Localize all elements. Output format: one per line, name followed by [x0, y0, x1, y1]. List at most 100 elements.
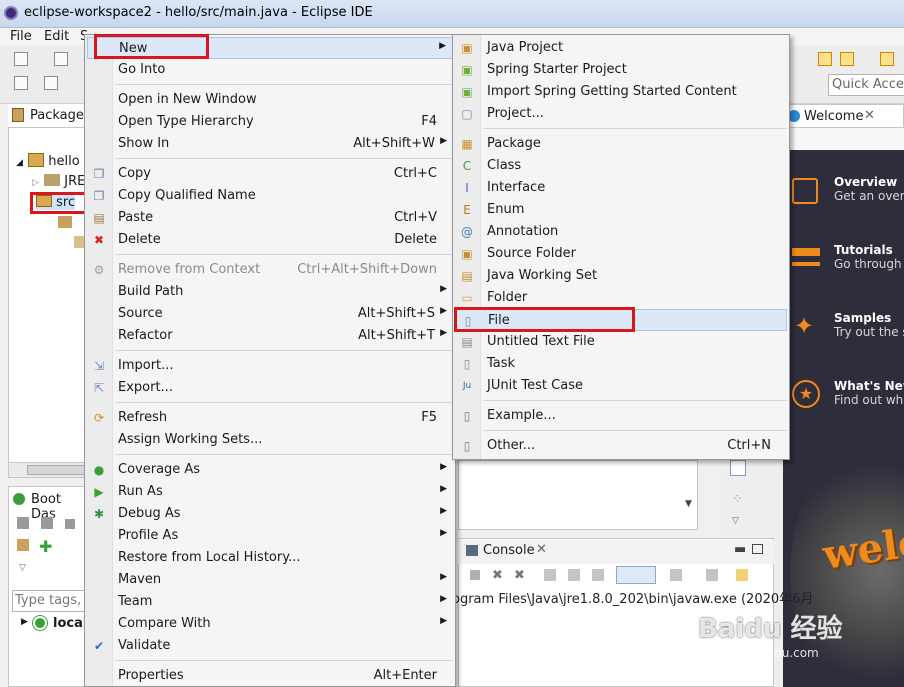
new-item-class[interactable]: C Class [455, 155, 787, 177]
new-item-spring-starter-project[interactable]: ▣ Spring Starter Project [455, 59, 787, 81]
close-icon[interactable]: ✕ [536, 542, 547, 557]
samples-title[interactable]: Samples [834, 311, 891, 325]
new-console-icon[interactable] [706, 569, 718, 581]
menu-item-compare-with[interactable]: Compare With ▶ [87, 613, 453, 635]
add-icon[interactable]: ✚ [39, 537, 52, 556]
new-item-folder[interactable]: ▭ Folder [455, 287, 787, 309]
menu-item-export[interactable]: ⇱ Export... [87, 377, 453, 399]
tutorials-title[interactable]: Tutorials [834, 243, 893, 257]
tree-node-hello[interactable]: ◢ hello [16, 153, 80, 169]
menu-item-assign-working-sets[interactable]: Assign Working Sets... [87, 429, 453, 451]
stop-icon[interactable] [65, 519, 75, 529]
close-icon[interactable]: ✕ [864, 108, 875, 123]
console-tab-label[interactable]: Console [483, 543, 535, 558]
new-item-other[interactable]: ▯ Other... Ctrl+N [455, 435, 787, 457]
forward-icon[interactable] [840, 52, 854, 66]
menu-item-debug-as[interactable]: ✱ Debug As ▶ [87, 503, 453, 525]
menu-item-refresh[interactable]: ⟳ Refresh F5 [87, 407, 453, 429]
menu-item-open-type-hierarchy[interactable]: Open Type Hierarchy F4 [87, 111, 453, 133]
toolbar-icon[interactable] [44, 76, 58, 90]
editor-area[interactable]: ▼ [458, 460, 698, 530]
expand-arrow-icon[interactable]: ◢ [16, 158, 24, 168]
menu-item-import[interactable]: ⇲ Import... [87, 355, 453, 377]
maximize-icon[interactable] [752, 544, 763, 554]
start-icon[interactable] [17, 517, 29, 529]
welcome-tab[interactable]: Welcome ✕ [783, 104, 904, 128]
menu-file[interactable]: File [10, 29, 32, 44]
expand-arrow-icon[interactable]: ▶ [21, 617, 28, 627]
new-item-junit-test-case[interactable]: Ju JUnit Test Case [455, 375, 787, 397]
tree-node-jre[interactable]: ▷ JRE [32, 174, 85, 189]
whats-new-title[interactable]: What's New [834, 379, 904, 393]
menu-item-run-as[interactable]: ▶ Run As ▶ [87, 481, 453, 503]
delete-icon: ✖ [93, 233, 105, 247]
type-tags-input[interactable]: Type tags, p [12, 590, 86, 612]
menu-item-maven[interactable]: Maven ▶ [87, 569, 453, 591]
collapse-arrow-icon[interactable]: ▷ [32, 178, 40, 188]
new-item-package[interactable]: ▦ Package [455, 133, 787, 155]
new-item-java-project[interactable]: ▣ Java Project [455, 37, 787, 59]
menu-item-build-path[interactable]: Build Path ▶ [87, 281, 453, 303]
minimize-icon[interactable]: ▬ [734, 542, 746, 557]
remove-all-icon[interactable]: ✖ [514, 568, 525, 583]
nav-icon[interactable] [880, 52, 894, 66]
display-console-icon[interactable] [670, 569, 682, 581]
new-item-example[interactable]: ▯ Example... [455, 405, 787, 427]
overview-icon[interactable] [792, 178, 818, 204]
chevron-down-icon[interactable]: ▽ [19, 563, 26, 573]
scroll-down-icon[interactable]: ▼ [685, 499, 692, 509]
menu-item-validate[interactable]: ✔ Validate [87, 635, 453, 657]
word-wrap-icon[interactable] [592, 569, 604, 581]
menu-item-open-in-new-window[interactable]: Open in New Window [87, 89, 453, 111]
clear-console-icon[interactable] [544, 569, 556, 581]
outline-icon[interactable] [730, 460, 746, 476]
new-item-java-working-set[interactable]: ▤ Java Working Set [455, 265, 787, 287]
menu-item-delete[interactable]: ✖ Delete Delete [87, 229, 453, 251]
overview-title[interactable]: Overview [834, 175, 897, 189]
menu-item-copy[interactable]: ❐ Copy Ctrl+C [87, 163, 453, 185]
new-item-interface[interactable]: I Interface [455, 177, 787, 199]
restart-icon[interactable] [41, 517, 53, 529]
boot-dashboard-tab-label[interactable]: Boot Das [31, 492, 87, 522]
toolbar-icon[interactable] [17, 539, 29, 551]
new-item-import-spring-getting-started-content[interactable]: ▣ Import Spring Getting Started Content [455, 81, 787, 103]
whats-new-star-icon[interactable]: ★ [792, 380, 820, 408]
new-wizard-icon[interactable] [14, 52, 28, 66]
menu-item-restore-from-local-history[interactable]: Restore from Local History... [87, 547, 453, 569]
scroll-thumb[interactable] [27, 465, 87, 475]
new-item-untitled-text-file[interactable]: ▤ Untitled Text File [455, 331, 787, 353]
menu-item-label: Refactor [118, 328, 173, 343]
chevron-down-icon[interactable]: ▽ [732, 516, 739, 526]
menu-item-source[interactable]: Source Alt+Shift+S ▶ [87, 303, 453, 325]
new-item-source-folder[interactable]: ▣ Source Folder [455, 243, 787, 265]
menu-item-copy-qualified-name[interactable]: ❐ Copy Qualified Name [87, 185, 453, 207]
quick-access-input[interactable]: Quick Access [828, 74, 904, 96]
menu-item-show-in[interactable]: Show In Alt+Shift+W ▶ [87, 133, 453, 155]
new-item-task[interactable]: ▯ Task [455, 353, 787, 375]
tutorials-icon[interactable] [792, 248, 820, 266]
scroll-lock-icon[interactable] [568, 569, 580, 581]
save-icon[interactable] [54, 52, 68, 66]
samples-wand-icon[interactable]: ✦ [794, 312, 814, 340]
menu-item-properties[interactable]: Properties Alt+Enter [87, 665, 453, 687]
toolbar-icon[interactable] [14, 76, 28, 90]
new-item-enum[interactable]: E Enum [455, 199, 787, 221]
remove-launch-icon[interactable]: ✖ [492, 568, 503, 583]
terminate-icon[interactable] [470, 570, 480, 580]
pin-console-icon[interactable] [616, 566, 656, 584]
new-item-project[interactable]: ▢ Project... [455, 103, 787, 125]
package-explorer-tab[interactable]: Package [8, 104, 88, 128]
menu-item-team[interactable]: Team ▶ [87, 591, 453, 613]
dots-icon[interactable]: ⁘ [732, 492, 743, 507]
menu-item-go-into[interactable]: Go Into [87, 59, 453, 81]
menu-item-paste[interactable]: ▤ Paste Ctrl+V [87, 207, 453, 229]
new-item-annotation[interactable]: @ Annotation [455, 221, 787, 243]
menu-item-refactor[interactable]: Refactor Alt+Shift+T ▶ [87, 325, 453, 347]
menu-edit[interactable]: Edit [44, 29, 69, 44]
menu-item-coverage-as[interactable]: ● Coverage As ▶ [87, 459, 453, 481]
horizontal-scrollbar[interactable] [8, 462, 88, 478]
menu-item-profile-as[interactable]: Profile As ▶ [87, 525, 453, 547]
open-console-icon[interactable] [736, 569, 748, 581]
local-label[interactable]: local [53, 616, 87, 631]
back-icon[interactable] [818, 52, 832, 66]
